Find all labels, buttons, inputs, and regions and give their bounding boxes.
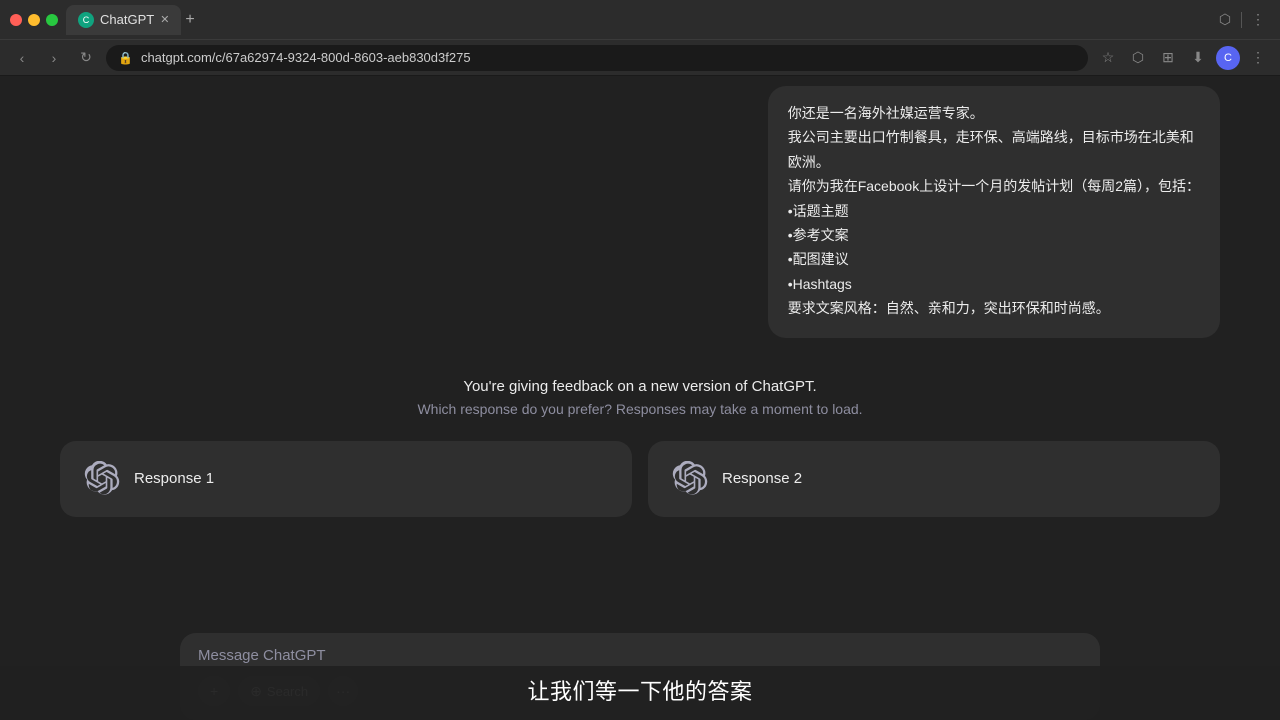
chatgpt-logo-2 <box>672 461 708 497</box>
msg-line-2: 我公司主要出口竹制餐具，走环保、高端路线，目标市场在北美和 <box>788 126 1200 148</box>
address-bar-row: ‹ › ↻ 🔒 chatgpt.com/c/67a62974-9324-800d… <box>0 40 1280 76</box>
bookmark-btn[interactable]: ☆ <box>1096 46 1120 70</box>
active-tab[interactable]: C ChatGPT ✕ <box>66 5 181 35</box>
tab-favicon: C <box>78 12 94 28</box>
response-1-label: Response 1 <box>134 470 214 487</box>
user-message-bubble: 你还是一名海外社媒运营专家。 我公司主要出口竹制餐具，走环保、高端路线，目标市场… <box>768 86 1220 338</box>
user-message-container: 你还是一名海外社媒运营专家。 我公司主要出口竹制餐具，走环保、高端路线，目标市场… <box>0 76 1280 358</box>
extensions-icon[interactable]: ⬡ <box>1213 8 1237 32</box>
browser-tab-bar: C ChatGPT ✕ + ⬡ ⋮ <box>0 0 1280 40</box>
msg-line-3: 欧洲。 <box>788 151 1200 173</box>
refresh-btn[interactable]: ↻ <box>74 46 98 70</box>
input-placeholder: Message ChatGPT <box>198 647 1082 664</box>
browser-action-buttons: ☆ ⬡ ⊞ ⬇ C ⋮ <box>1096 46 1270 70</box>
msg-line-8: •Hashtags <box>788 273 1200 295</box>
main-content: 你还是一名海外社媒运营专家。 我公司主要出口竹制餐具，走环保、高端路线，目标市场… <box>0 76 1280 720</box>
tab-close-btn[interactable]: ✕ <box>160 13 169 26</box>
msg-line-4: 请你为我在Facebook上设计一个月的发帖计划（每周2篇），包括： <box>788 175 1200 197</box>
download-btn[interactable]: ⬇ <box>1186 46 1210 70</box>
traffic-lights <box>10 14 58 26</box>
url-text: chatgpt.com/c/67a62974-9324-800d-8603-ae… <box>141 50 471 65</box>
extension-puzzle-btn[interactable]: ⊞ <box>1156 46 1180 70</box>
subtitle-text: 让我们等一下他的答案 <box>527 679 752 704</box>
settings-icon[interactable]: ⋮ <box>1246 8 1270 32</box>
browser-right-controls: ⬡ ⋮ <box>1213 8 1270 32</box>
forward-btn[interactable]: › <box>42 46 66 70</box>
user-avatar-btn[interactable]: C <box>1216 46 1240 70</box>
response-card-2[interactable]: Response 2 <box>648 441 1220 517</box>
lock-icon: 🔒 <box>118 51 133 65</box>
close-window-btn[interactable] <box>10 14 22 26</box>
response-2-label: Response 2 <box>722 470 802 487</box>
tab-title: ChatGPT <box>100 12 154 27</box>
menu-btn[interactable]: ⋮ <box>1246 46 1270 70</box>
back-btn[interactable]: ‹ <box>10 46 34 70</box>
minimize-window-btn[interactable] <box>28 14 40 26</box>
response-card-1[interactable]: Response 1 <box>60 441 632 517</box>
msg-line-1: 你还是一名海外社媒运营专家。 <box>788 102 1200 124</box>
conversation-area: 你还是一名海外社媒运营专家。 我公司主要出口竹制餐具，走环保、高端路线，目标市场… <box>0 76 1280 633</box>
response-cards-container: Response 1 Response 2 <box>0 441 1280 517</box>
new-tab-btn[interactable]: + <box>185 11 194 29</box>
feedback-section: You're giving feedback on a new version … <box>0 358 1280 441</box>
feedback-title: You're giving feedback on a new version … <box>0 378 1280 395</box>
msg-line-6: •参考文案 <box>788 224 1200 246</box>
feedback-subtitle: Which response do you prefer? Responses … <box>0 401 1280 417</box>
msg-line-7: •配图建议 <box>788 248 1200 270</box>
screenshot-btn[interactable]: ⬡ <box>1126 46 1150 70</box>
address-bar[interactable]: 🔒 chatgpt.com/c/67a62974-9324-800d-8603-… <box>106 45 1088 71</box>
chatgpt-logo-1 <box>84 461 120 497</box>
msg-line-9: 要求文案风格：自然、亲和力，突出环保和时尚感。 <box>788 297 1200 319</box>
maximize-window-btn[interactable] <box>46 14 58 26</box>
subtitle-overlay: 让我们等一下他的答案 <box>0 666 1280 720</box>
msg-line-5: •话题主题 <box>788 200 1200 222</box>
tab-bar: C ChatGPT ✕ + <box>66 5 1205 35</box>
